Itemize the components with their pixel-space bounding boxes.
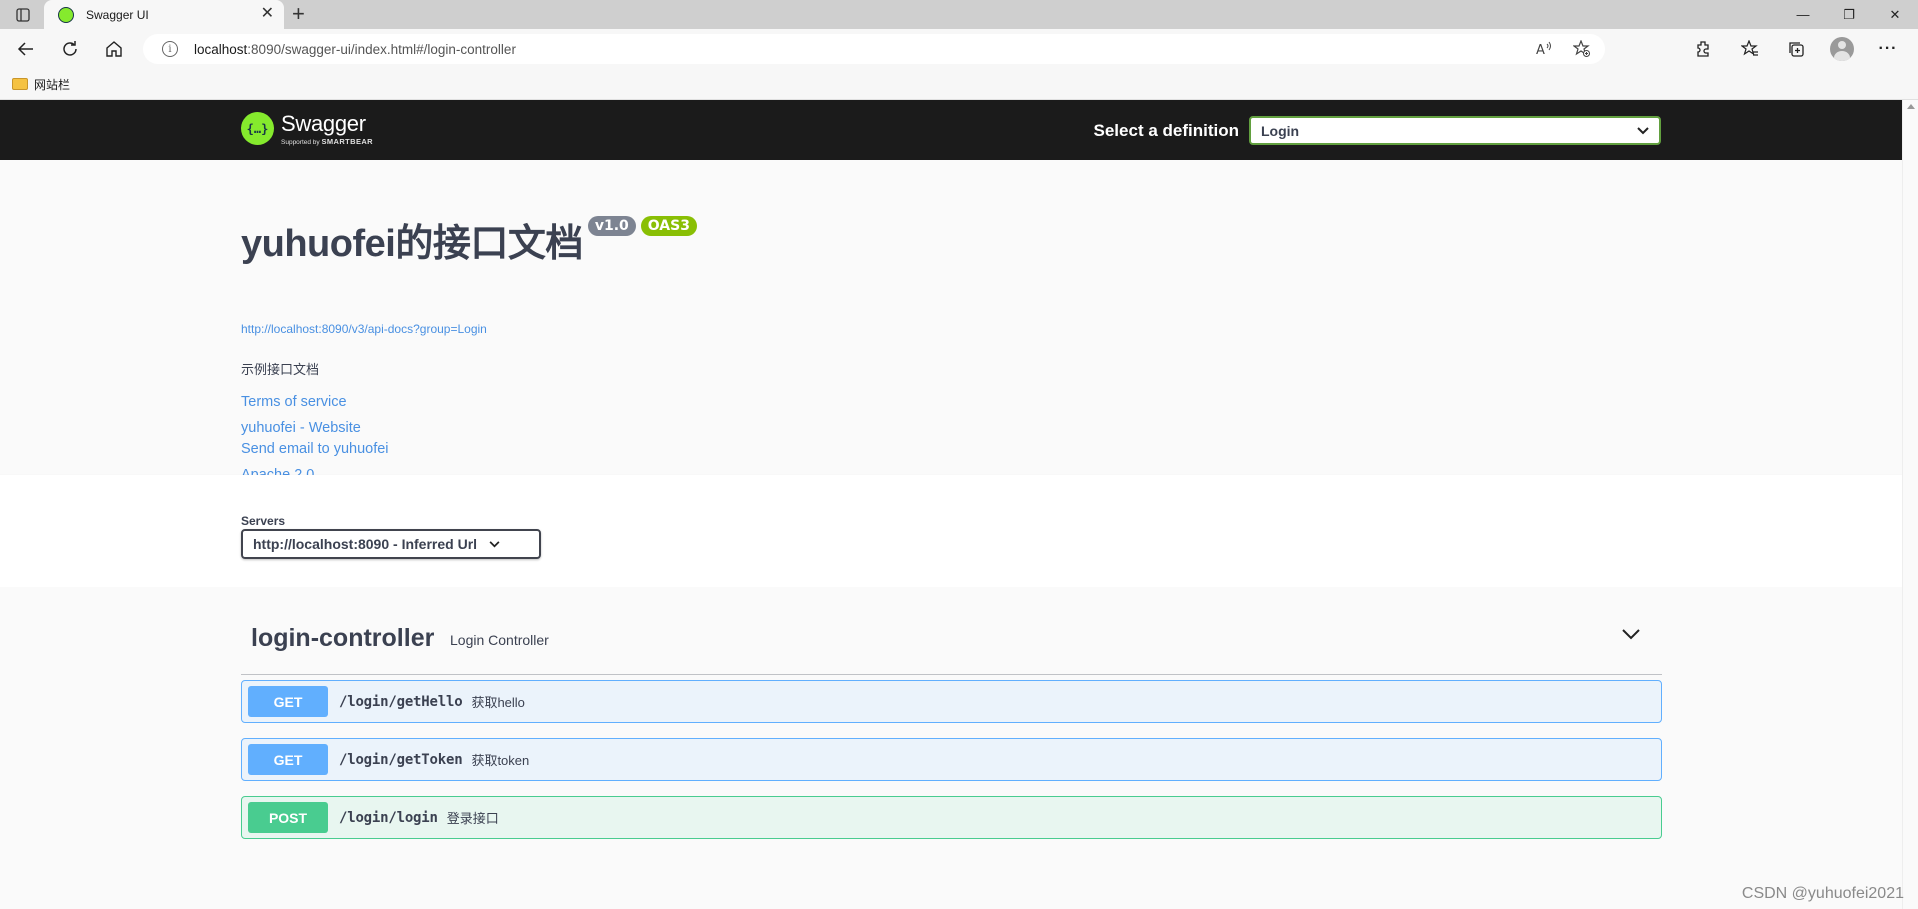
servers-label: Servers xyxy=(241,514,286,528)
api-title: yuhuofei的接口文档 xyxy=(241,223,583,265)
email-link[interactable]: Send email to yuhuofei xyxy=(241,441,389,457)
refresh-button[interactable] xyxy=(52,33,88,65)
servers-section: Servers http://localhost:8090 - Inferred… xyxy=(0,475,1902,587)
operation-summary: 获取token xyxy=(471,753,530,768)
tag-description: Login Controller xyxy=(450,632,549,648)
toolbar-right: ··· xyxy=(1688,33,1904,65)
minimize-icon[interactable]: — xyxy=(1780,0,1826,29)
profile-avatar-icon[interactable] xyxy=(1826,33,1858,65)
chevron-down-icon xyxy=(489,540,500,547)
back-button[interactable] xyxy=(8,33,44,65)
website-link[interactable]: yuhuofei - Website xyxy=(241,420,361,436)
oas-badge: OAS3 xyxy=(640,216,697,236)
tab-title: Swagger UI xyxy=(86,7,149,22)
extensions-icon[interactable] xyxy=(1688,33,1720,65)
browser-titlebar: Swagger UI ✕ + — ❐ ✕ xyxy=(0,0,1918,29)
api-info: yuhuofei的接口文档 v1.0 OAS3 http://localhost… xyxy=(0,160,1902,483)
operation-path: /login/getHello xyxy=(339,693,463,710)
swagger-logo[interactable]: {…} Swagger Supported by SMARTBEAR xyxy=(241,112,373,146)
add-favorite-icon[interactable] xyxy=(1573,40,1591,58)
spec-url-link[interactable]: http://localhost:8090/v3/api-docs?group=… xyxy=(241,322,487,336)
logo-sub-brand: SMARTBEAR xyxy=(321,137,373,146)
tab-actions-icon[interactable] xyxy=(8,3,38,27)
bookmarks-bar: 网站栏 xyxy=(0,69,1918,100)
more-menu-icon[interactable]: ··· xyxy=(1872,33,1904,65)
address-bar-actions: A xyxy=(1535,40,1591,58)
operation-post-login[interactable]: POST /login/login 登录接口 xyxy=(241,796,1662,839)
refresh-icon xyxy=(63,41,77,56)
new-tab-button[interactable]: + xyxy=(292,2,305,26)
site-info-icon[interactable]: i xyxy=(162,41,178,57)
swagger-logo-text: Swagger xyxy=(281,111,366,136)
definition-selector: Select a definition Login xyxy=(1094,116,1661,145)
operation-get-hello[interactable]: GET /login/getHello 获取hello xyxy=(241,680,1662,723)
home-button[interactable] xyxy=(96,33,132,65)
definition-select[interactable]: Login xyxy=(1249,116,1661,145)
collections-icon[interactable] xyxy=(1780,33,1812,65)
logo-sub-prefix: Supported by xyxy=(281,139,320,146)
vertical-scrollbar[interactable] xyxy=(1902,100,1918,909)
read-aloud-icon[interactable]: A xyxy=(1535,40,1553,58)
svg-text:A: A xyxy=(1536,43,1545,58)
url-path: :8090/swagger-ui/index.html#/login-contr… xyxy=(247,41,516,57)
version-badge: v1.0 xyxy=(587,216,636,236)
swagger-topbar: {…} Swagger Supported by SMARTBEAR Selec… xyxy=(0,100,1902,160)
avatar xyxy=(1830,37,1854,61)
swagger-page: {…} Swagger Supported by SMARTBEAR Selec… xyxy=(0,100,1902,909)
definition-label: Select a definition xyxy=(1093,120,1239,140)
restore-icon[interactable]: ❐ xyxy=(1826,0,1872,29)
operation-summary: 获取hello xyxy=(471,695,525,710)
definition-value: Login xyxy=(1261,122,1300,139)
arrow-left-icon xyxy=(17,42,33,56)
home-icon xyxy=(106,41,122,57)
watermark: CSDN @yuhuofei2021 xyxy=(1741,885,1904,902)
tag-name: login-controller xyxy=(251,624,435,652)
operation-path: /login/login xyxy=(339,809,438,826)
window-controls: — ❐ ✕ xyxy=(1780,0,1918,29)
chevron-down-icon[interactable] xyxy=(1622,629,1640,640)
chevron-down-icon xyxy=(1637,126,1649,134)
swagger-logo-icon: {…} xyxy=(241,112,274,145)
operation-path: /login/getToken xyxy=(339,751,463,768)
close-window-icon[interactable]: ✕ xyxy=(1872,0,1918,29)
method-badge: GET xyxy=(248,744,328,775)
address-bar[interactable]: i localhost:8090/swagger-ui/index.html#/… xyxy=(143,34,1605,64)
folder-icon xyxy=(12,78,28,90)
method-badge: POST xyxy=(248,802,328,833)
browser-toolbar: i localhost:8090/swagger-ui/index.html#/… xyxy=(0,29,1918,69)
method-badge: GET xyxy=(248,686,328,717)
tag-header[interactable]: login-controller Login Controller xyxy=(241,587,1662,675)
terms-link[interactable]: Terms of service xyxy=(241,394,347,410)
api-description: 示例接口文档 xyxy=(241,362,320,377)
bookmark-folder[interactable]: 网站栏 xyxy=(34,76,70,93)
operations-section: login-controller Login Controller GET /l… xyxy=(0,587,1902,909)
operation-summary: 登录接口 xyxy=(446,811,499,826)
tab-close-icon[interactable]: ✕ xyxy=(261,6,274,22)
operation-get-token[interactable]: GET /login/getToken 获取token xyxy=(241,738,1662,781)
swagger-favicon-icon xyxy=(58,6,74,23)
servers-select[interactable]: http://localhost:8090 - Inferred Url xyxy=(241,529,541,559)
servers-value: http://localhost:8090 - Inferred Url xyxy=(253,536,478,552)
url-host: localhost xyxy=(194,41,248,57)
scroll-up-icon[interactable] xyxy=(1907,104,1915,109)
browser-tab[interactable]: Swagger UI ✕ xyxy=(44,0,284,29)
favorites-icon[interactable] xyxy=(1734,33,1766,65)
